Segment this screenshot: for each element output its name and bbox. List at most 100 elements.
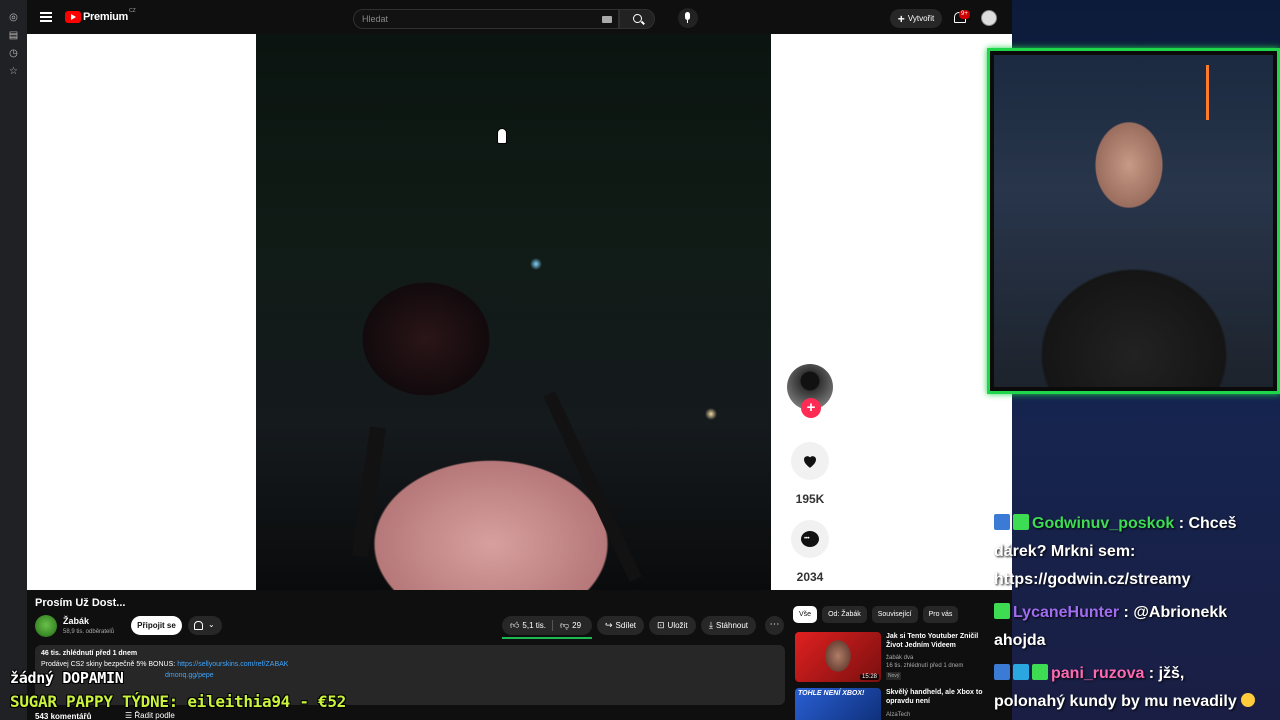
chat-text: : @Abrionekk	[1119, 604, 1228, 621]
video-content	[543, 390, 642, 583]
sort-label: Řadit podle	[134, 711, 175, 720]
chip-from-channel[interactable]: Od: Žabák	[822, 606, 867, 623]
chat-message-cont: dárek? Mrkni sem:	[994, 543, 1136, 560]
likes-count: 195K	[795, 492, 825, 506]
chat-message: LycaneHunter : @Abrionekk	[994, 599, 1280, 627]
webcam-image	[994, 55, 1273, 387]
sort-comments-button[interactable]: ☰ Řadit podle	[125, 711, 175, 720]
video-duration: 15:28	[859, 674, 879, 680]
video-frame[interactable]	[256, 34, 771, 590]
youtube-header: Premium CZ Hledat + Vytvořit 9+	[27, 0, 1012, 34]
description-line: Prodávej CS2 skiny bezpečně 5% BONUS: ht…	[41, 661, 288, 668]
stream-screen: ◎ ▤ ◷ ☆ Premium CZ Hledat + Vytvořit 9+ …	[0, 0, 1280, 720]
hand-cursor-icon	[497, 128, 507, 144]
recommended-video[interactable]: 15:28 Jak si Tento Youtuber Zničil Život…	[795, 632, 1010, 687]
video-content	[352, 426, 386, 558]
chat-message-cont: https://godwin.cz/streamy	[994, 571, 1191, 588]
description-line: dmonq.gg/pepe	[165, 672, 214, 679]
chat-username: LycaneHunter	[1013, 604, 1120, 621]
save-label: Uložit	[667, 621, 688, 630]
recommended-channel[interactable]: žabák dva	[886, 655, 913, 661]
youtube-play-icon	[65, 11, 81, 23]
save-icon: ⊡	[657, 620, 665, 630]
badge-icon	[994, 603, 1010, 619]
recommended-channel[interactable]: AlzaTech	[886, 712, 910, 718]
recommended-stats: 16 tis. zhlédnutí před 1 dnem	[886, 663, 964, 669]
video-thumbnail[interactable]: 15:28	[795, 632, 881, 682]
search-icon	[633, 14, 642, 23]
follow-plus-icon[interactable]: +	[801, 398, 821, 418]
recommended-title[interactable]: Jak si Tento Youtuber Zničil Život Jední…	[886, 632, 986, 650]
chip-related[interactable]: Související	[871, 606, 918, 623]
video-thumbnail[interactable]: TOHLE NENÍ XBOX!	[795, 688, 881, 720]
save-button[interactable]: ⊡ Uložit	[649, 616, 696, 635]
download-icon: ⤓	[709, 620, 713, 630]
menu-icon[interactable]	[40, 12, 52, 22]
like-dislike-group: 👍︎ 5,1 tis. 👎︎ 29	[502, 616, 592, 635]
chip-all[interactable]: Vše	[793, 606, 818, 623]
video-title: Prosím Už Dost...	[35, 597, 126, 609]
bookmark-icon[interactable]: ▤	[8, 30, 19, 41]
badge-icon	[994, 664, 1010, 680]
keyboard-icon[interactable]	[602, 16, 612, 23]
share-button[interactable]: ↪ Sdílet	[597, 616, 645, 635]
smile-emoji-icon	[1241, 693, 1256, 707]
channel-avatar[interactable]	[35, 615, 57, 637]
logo-text: Premium	[83, 11, 128, 23]
voice-search-icon[interactable]	[678, 8, 698, 28]
chat-message-cont: polonahý kundy by mu nevadily	[994, 688, 1280, 716]
channel-name[interactable]: Žabák	[63, 616, 89, 626]
thumbs-up-icon: 👍︎	[510, 620, 520, 630]
recommended-title[interactable]: Skvělý handheld, ale Xbox to opravdu nen…	[886, 688, 986, 706]
history-icon[interactable]: ◷	[8, 48, 19, 59]
comments-header-count: 543 komentářů	[35, 712, 92, 720]
bell-icon	[194, 621, 203, 630]
like-button[interactable]	[791, 442, 829, 480]
stream-overlay-text: žádný DOPAMIN	[10, 669, 124, 687]
chip-for-you[interactable]: Pro vás	[922, 606, 959, 623]
new-badge: Nový	[886, 672, 902, 680]
video-stats: 46 tis. zhlédnutí před 1 dnem	[41, 650, 138, 657]
youtube-page: Premium CZ Hledat + Vytvořit 9+ + 195K •…	[27, 0, 1012, 720]
description-link[interactable]: https://sellyourskins.com/ref/ZABAK	[177, 661, 288, 668]
subscribed-button[interactable]: ⌄	[188, 616, 222, 635]
video-player[interactable]: + 195K 2034	[27, 34, 1012, 590]
like-ratio-bar	[502, 637, 592, 639]
channel-subscribers: 58,9 tis. odběratelů	[63, 629, 115, 635]
thumbnail-text: TOHLE NENÍ XBOX!	[798, 690, 865, 697]
chat-message: pani_ruzova : jžš,	[994, 660, 1280, 688]
comment-button[interactable]	[791, 520, 829, 558]
plus-icon: +	[897, 11, 905, 26]
comment-icon	[801, 531, 819, 547]
notification-badge: 9+	[959, 10, 970, 19]
more-options-icon[interactable]: ⋯	[765, 616, 784, 635]
dislike-count: 29	[572, 621, 582, 630]
home-icon[interactable]: ◎	[8, 12, 19, 23]
video-dislike-button[interactable]: 👎︎ 29	[554, 616, 592, 635]
join-button[interactable]: Připojit se	[131, 616, 182, 635]
chat-username: Godwinuv_poskok	[1032, 515, 1175, 532]
star-icon[interactable]: ☆	[8, 66, 19, 77]
recommended-video[interactable]: TOHLE NENÍ XBOX! Skvělý handheld, ale Xb…	[795, 688, 1010, 720]
account-avatar[interactable]	[981, 10, 997, 26]
video-like-button[interactable]: 👍︎ 5,1 tis.	[502, 616, 552, 635]
comments-count: 2034	[796, 570, 824, 584]
share-icon: ↪	[605, 620, 613, 630]
logo-region: CZ	[128, 8, 136, 14]
chat-message-cont: ahojda	[994, 632, 1046, 649]
chat-message: Godwinuv_poskok : Chceš	[994, 510, 1280, 538]
youtube-logo[interactable]: Premium CZ	[65, 8, 136, 23]
download-label: Stáhnout	[715, 621, 749, 630]
browser-sidebar: ◎ ▤ ◷ ☆	[0, 0, 27, 720]
create-button[interactable]: + Vytvořit	[890, 9, 942, 28]
divider	[552, 620, 553, 631]
chat-text: : jžš,	[1144, 665, 1185, 682]
share-label: Sdílet	[615, 621, 637, 630]
stream-overlay-sponsor: SUGAR PAPPY TÝDNE: eileithia94 - €52	[10, 692, 346, 711]
download-button[interactable]: ⤓ Stáhnout	[701, 616, 757, 635]
chat-text: : Chceš	[1174, 515, 1237, 532]
sort-icon: ☰	[125, 711, 135, 720]
search-button[interactable]	[619, 9, 655, 29]
search-input[interactable]: Hledat	[353, 9, 619, 29]
description-link[interactable]: dmonq.gg/pepe	[165, 672, 214, 679]
